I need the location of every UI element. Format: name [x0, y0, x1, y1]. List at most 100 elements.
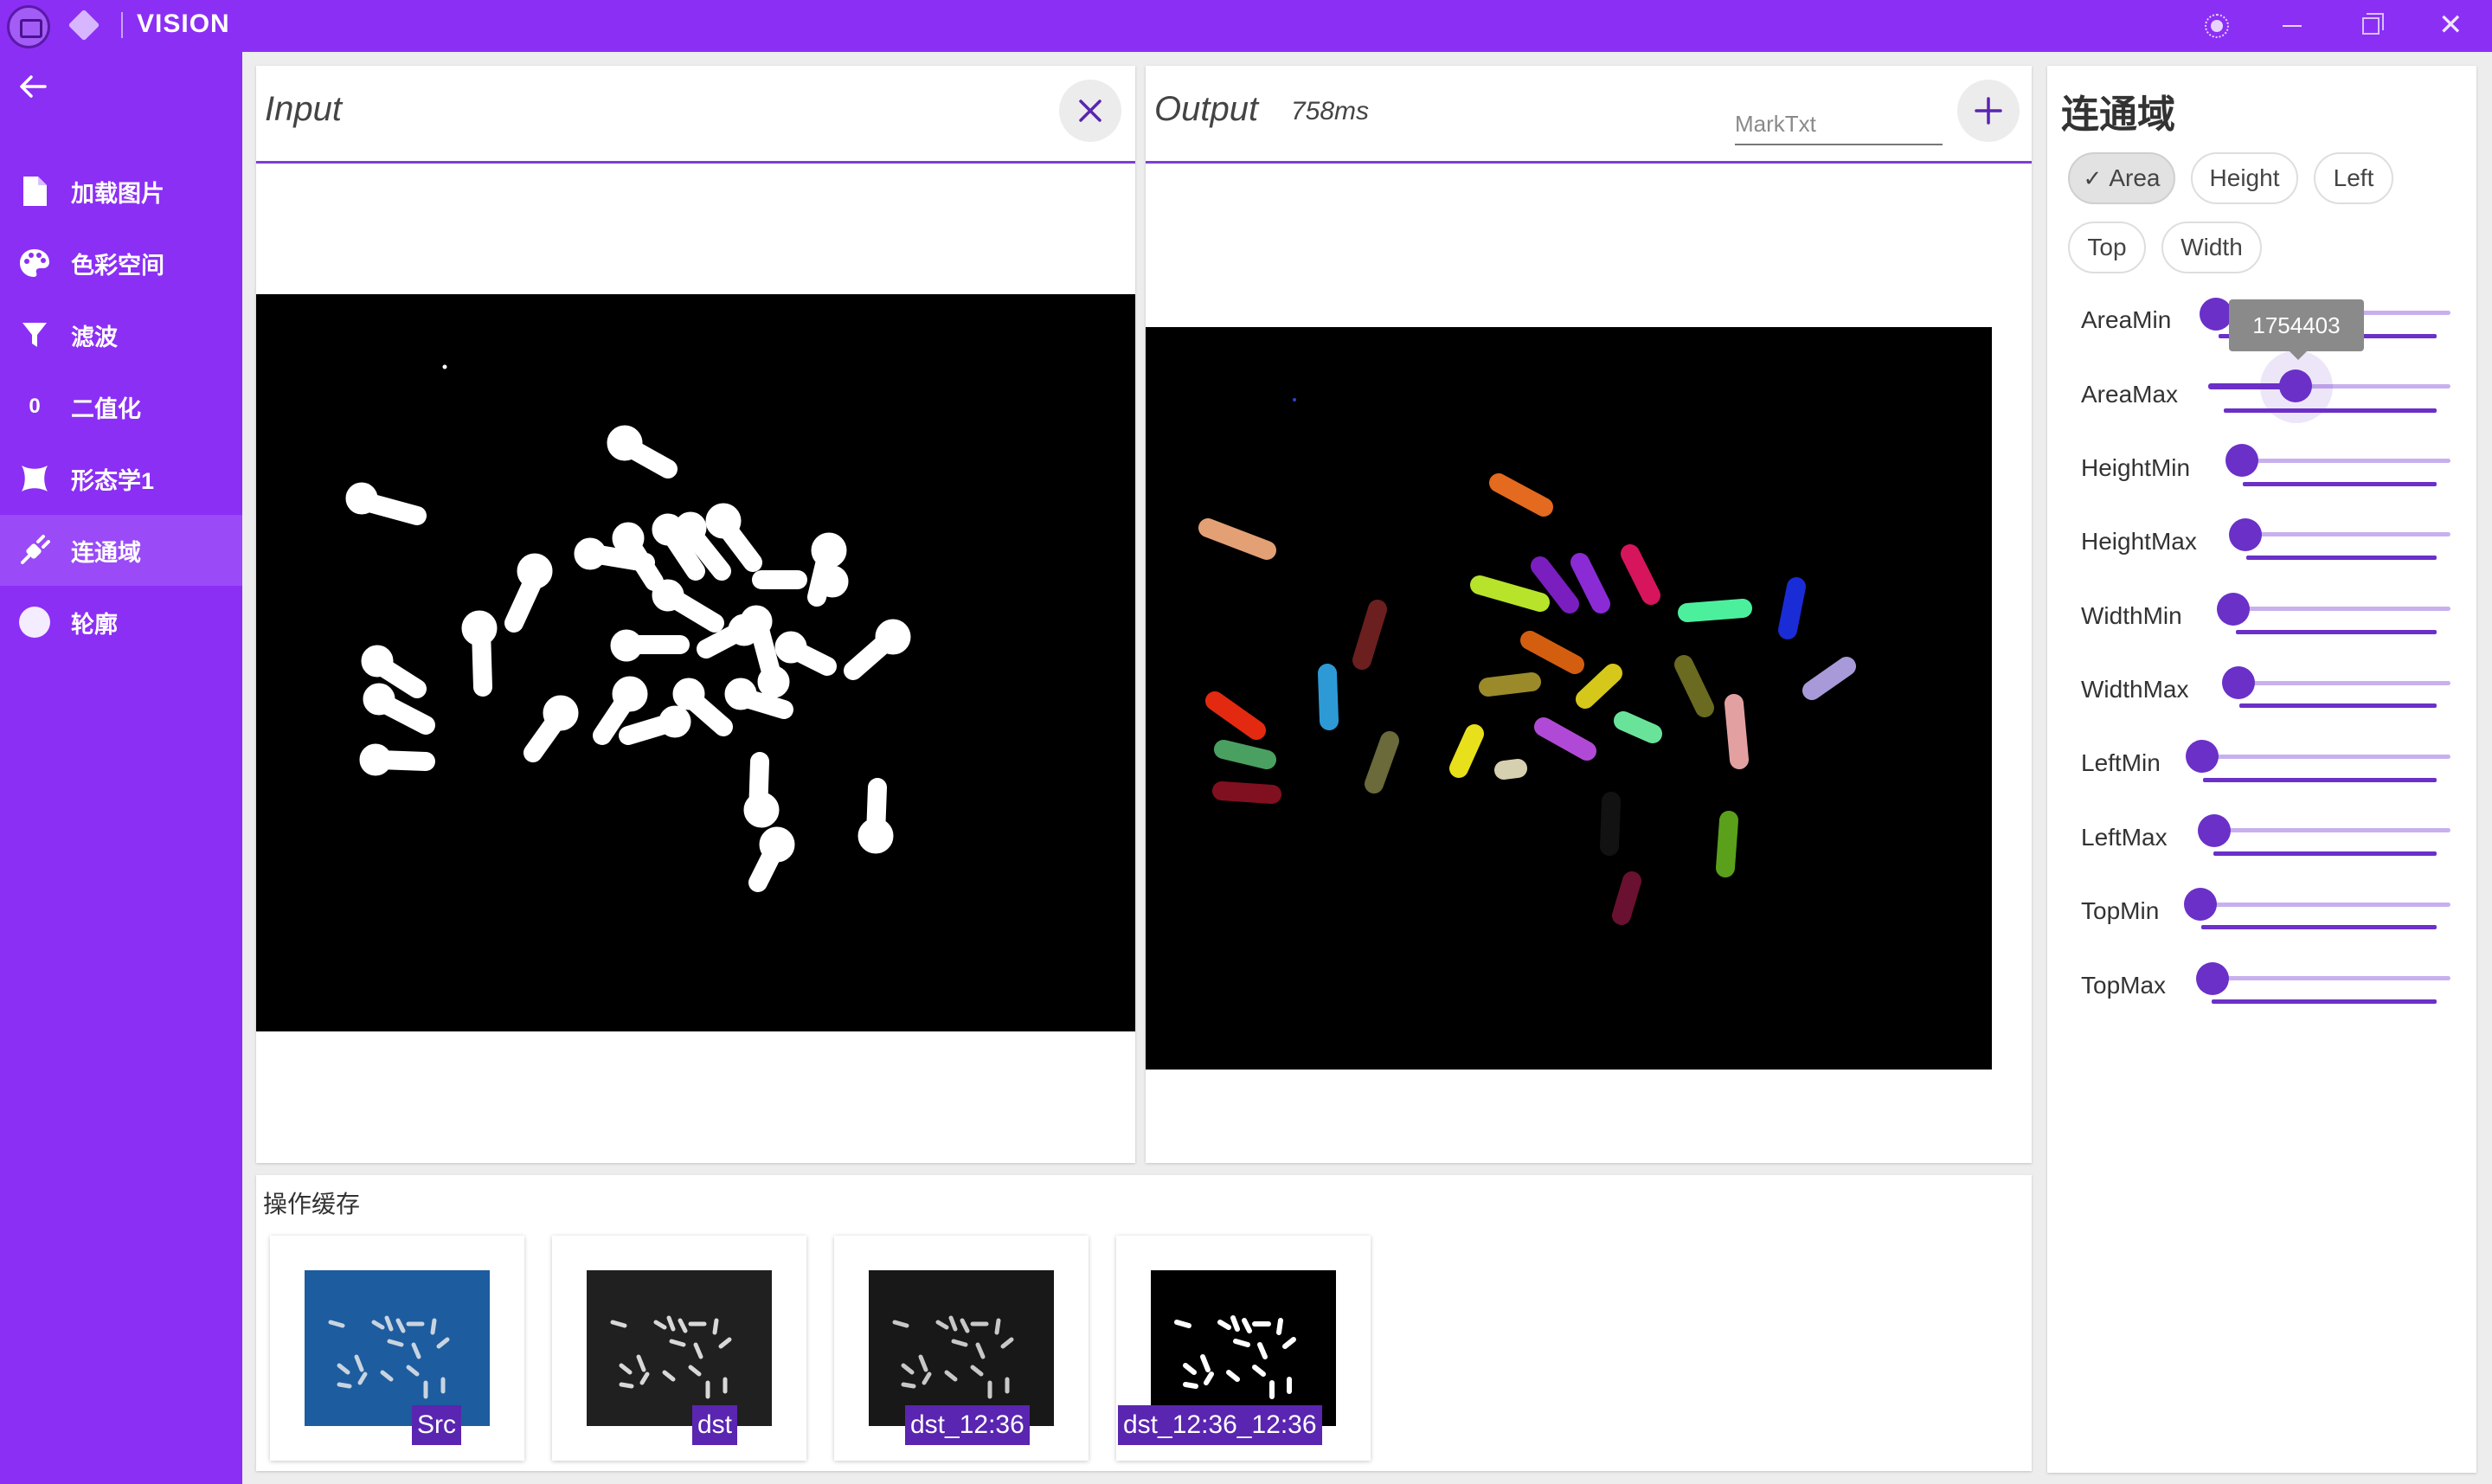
- chip-label: Area: [2109, 164, 2161, 191]
- slider-thumb-leftmax[interactable]: [2198, 814, 2231, 847]
- sidebar-item-label: 色彩空间: [71, 252, 164, 279]
- cache-item-dst[interactable]: dst: [552, 1236, 806, 1461]
- slider-label-leftmax: LeftMax: [2081, 824, 2168, 851]
- processing-time: 758ms: [1291, 97, 1370, 125]
- sidebar-item-load-image[interactable]: 加载图片: [0, 156, 242, 227]
- slider-track-widthmax[interactable]: [2238, 681, 2450, 685]
- sidebar-item-morphology[interactable]: 形态学1: [0, 443, 242, 514]
- file-icon: [17, 174, 52, 209]
- sidebar-item-label: 加载图片: [71, 180, 164, 207]
- slider-label-heightmax: HeightMax: [2081, 528, 2197, 555]
- slider-range-leftmax: [2213, 851, 2437, 856]
- input-divider: [256, 161, 1135, 164]
- output-image[interactable]: [1146, 327, 1992, 1070]
- cache-item-label: dst_12:36: [905, 1405, 1030, 1445]
- slider-thumb-widthmax[interactable]: [2222, 666, 2255, 699]
- add-output-button[interactable]: [1957, 80, 2020, 142]
- circle-icon: [17, 605, 52, 639]
- slider-label-leftmin: LeftMin: [2081, 749, 2161, 776]
- slider-range-heightmin: [2243, 482, 2437, 486]
- git-icon[interactable]: [67, 9, 100, 42]
- slider-range-topmin: [2201, 925, 2437, 929]
- thumbnail-image: [587, 1270, 772, 1426]
- slider-thumb-leftmin[interactable]: [2186, 740, 2219, 773]
- chip-width[interactable]: Width: [2161, 222, 2262, 273]
- operation-cache-title: 操作缓存: [263, 1191, 361, 1217]
- chip-label: Top: [2087, 234, 2127, 260]
- plug-icon: [17, 533, 52, 568]
- slider-range-widthmin: [2236, 630, 2437, 634]
- slider-thumb-areamin[interactable]: [2200, 298, 2232, 331]
- sidebar-item-filter[interactable]: 滤波: [0, 299, 242, 370]
- cache-item-src[interactable]: Src: [270, 1236, 524, 1461]
- chip-left[interactable]: Left: [2314, 152, 2393, 204]
- chip-label: Left: [2333, 164, 2374, 191]
- slider-track-leftmax[interactable]: [2213, 828, 2450, 832]
- sidebar-item-label: 形态学1: [71, 467, 155, 494]
- slider-range-widthmax: [2239, 703, 2437, 708]
- filter-panel-title: 连通域: [2061, 93, 2175, 136]
- cache-item-label: dst_12:36_12:36: [1118, 1405, 1322, 1445]
- slider-track-topmax[interactable]: [2212, 976, 2450, 980]
- sidebar-item-label: 滤波: [71, 324, 118, 350]
- sidebar-item-color-space[interactable]: 色彩空间: [0, 228, 242, 299]
- shape-icon: [17, 461, 52, 496]
- check-icon: ✓: [2083, 164, 2103, 191]
- sidebar-item-binarize[interactable]: 0 二值化: [0, 371, 242, 442]
- slider-track-topmin[interactable]: [2200, 903, 2450, 907]
- sidebar-item-contour[interactable]: 轮廓: [0, 587, 242, 658]
- slider-range-areamax: [2224, 408, 2437, 413]
- zero-icon: 0: [29, 395, 41, 418]
- palette-icon: [17, 246, 52, 280]
- chip-height[interactable]: Height: [2191, 152, 2298, 204]
- chip-area[interactable]: ✓ Area: [2068, 152, 2175, 204]
- slider-range-topmax: [2212, 999, 2437, 1004]
- cache-item-dst-1236-1236[interactable]: dst_12:36_12:36: [1116, 1236, 1371, 1461]
- slider-thumb-topmin[interactable]: [2184, 888, 2217, 921]
- slider-thumb-heightmin[interactable]: [2225, 444, 2258, 477]
- slider-label-topmax: TopMax: [2081, 972, 2167, 999]
- output-divider: [1146, 161, 2032, 164]
- sidebar-item-label: 连通域: [71, 539, 141, 566]
- slider-track-widthmin[interactable]: [2232, 607, 2450, 611]
- filter-icon: [17, 318, 52, 352]
- slider-thumb-widthmin[interactable]: [2217, 593, 2250, 626]
- cache-item-label: Src: [412, 1405, 461, 1445]
- slider-range-heightmax: [2246, 556, 2437, 560]
- slider-thumb-topmax[interactable]: [2196, 962, 2229, 995]
- slider-label-topmin: TopMin: [2081, 897, 2160, 924]
- labeled-components-image: [1198, 398, 1856, 925]
- slider-thumb-heightmax[interactable]: [2229, 518, 2262, 551]
- sidebar-item-label: 轮廓: [71, 611, 118, 638]
- minimize-icon[interactable]: [2283, 25, 2302, 27]
- thumbnail-image: [869, 1270, 1054, 1426]
- output-panel-title: Output: [1154, 90, 1259, 128]
- sidebar-item-label: 二值化: [71, 395, 141, 422]
- sidebar: 加载图片 色彩空间 滤波 0 二值化 形态学1 连通域 轮廓: [0, 52, 242, 1484]
- slider-track-heightmax[interactable]: [2246, 532, 2450, 536]
- close-input-button[interactable]: [1059, 80, 1121, 142]
- slider-thumb-areamax[interactable]: [2279, 369, 2312, 402]
- title-separator: [121, 12, 123, 38]
- mark-text-input[interactable]: [1735, 104, 1943, 145]
- sidebar-item-connected-components[interactable]: 连通域: [0, 515, 242, 586]
- restore-icon[interactable]: [2362, 13, 2384, 35]
- slider-track-leftmin[interactable]: [2201, 755, 2450, 759]
- back-arrow-icon[interactable]: [16, 69, 54, 104]
- binary-screws-image: [345, 364, 911, 892]
- title-bar: VISION ✕: [0, 0, 2492, 52]
- cache-item-dst-1236[interactable]: dst_12:36: [834, 1236, 1089, 1461]
- chip-top[interactable]: Top: [2068, 222, 2146, 273]
- slider-label-widthmin: WidthMin: [2081, 602, 2182, 629]
- thumbnail-image: [1151, 1270, 1336, 1426]
- slider-label-heightmin: HeightMin: [2081, 454, 2191, 481]
- theme-toggle-icon[interactable]: [2205, 14, 2229, 38]
- chip-label: Height: [2209, 164, 2280, 191]
- thumbnail-image: [305, 1270, 490, 1426]
- slider-track-heightmin[interactable]: [2241, 459, 2450, 463]
- input-image[interactable]: [256, 294, 1135, 1031]
- close-window-icon[interactable]: ✕: [2438, 10, 2463, 40]
- cache-item-label: dst: [692, 1405, 738, 1445]
- app-logo-icon: [7, 5, 50, 48]
- close-icon: [1079, 100, 1101, 122]
